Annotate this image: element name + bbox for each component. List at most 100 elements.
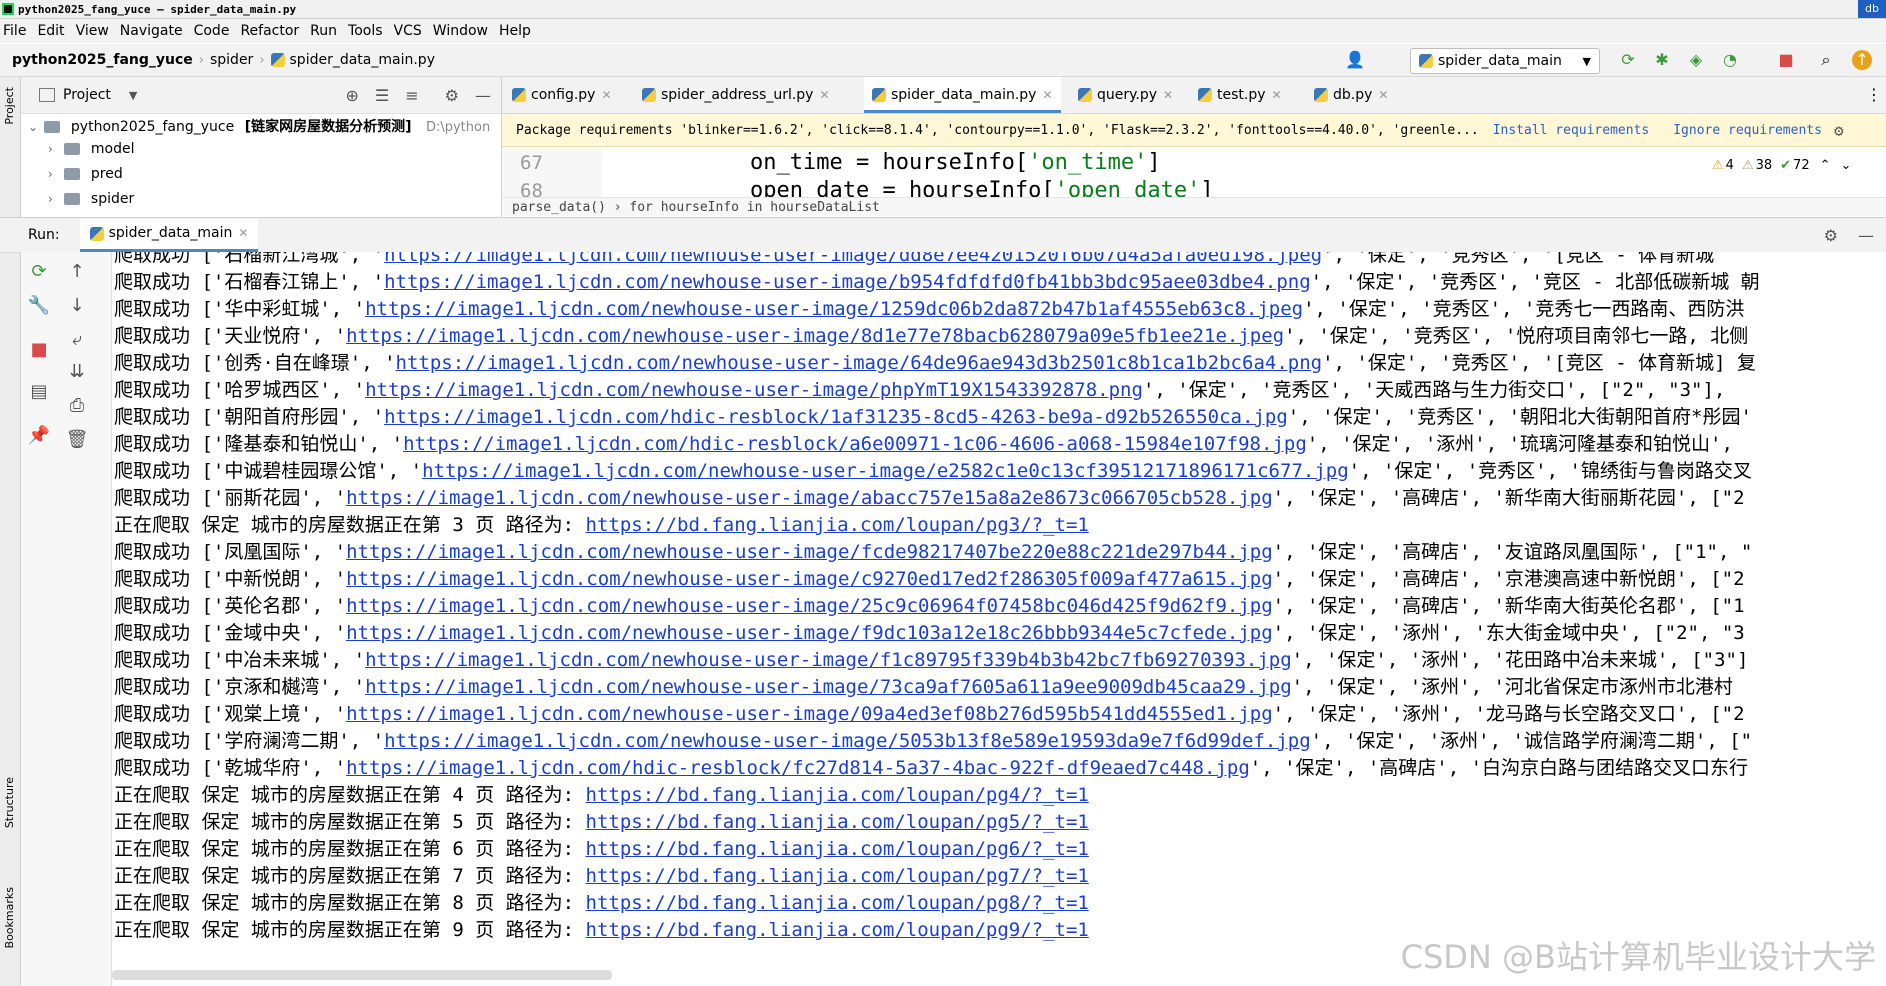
url-link[interactable]: https://image1.ljcdn.com/newhouse-user-i… <box>346 541 1273 563</box>
tree-root[interactable]: ⌄ python2025_fang_yuce [链家网房屋数据分析预测] D:\… <box>28 116 490 136</box>
url-link[interactable]: https://bd.fang.lianjia.com/loupan/pg4/?… <box>586 784 1089 806</box>
profile-icon[interactable]: ◔ <box>1720 50 1740 70</box>
locate-icon[interactable]: ⊕ <box>346 86 359 105</box>
menu-edit[interactable]: Edit <box>37 23 64 39</box>
url-link[interactable]: https://image1.ljcdn.com/newhouse-user-i… <box>365 379 1143 401</box>
stop-icon[interactable]: ■ <box>27 338 51 362</box>
rerun-icon[interactable]: ⟳ <box>1618 50 1638 70</box>
url-link[interactable]: https://bd.fang.lianjia.com/loupan/pg9/?… <box>586 919 1089 941</box>
url-link[interactable]: https://bd.fang.lianjia.com/loupan/pg3/?… <box>586 514 1089 536</box>
tree-item-model[interactable]: › model <box>48 141 135 157</box>
url-link[interactable]: https://image1.ljcdn.com/hdic-resblock/f… <box>346 757 1250 779</box>
project-panel-title[interactable]: Project <box>63 87 111 103</box>
url-link[interactable]: https://image1.ljcdn.com/hdic-resblock/1… <box>384 406 1288 428</box>
expand-all-icon[interactable]: ☰ <box>375 86 389 105</box>
url-link[interactable]: https://image1.ljcdn.com/newhouse-user-i… <box>396 352 1323 374</box>
close-icon[interactable]: ✕ <box>819 88 829 102</box>
chevron-down-icon[interactable]: ⌄ <box>1841 158 1852 173</box>
soft-wrap-icon[interactable]: ⤶ <box>65 328 89 352</box>
search-icon[interactable]: ⌕ <box>1816 50 1836 70</box>
inspection-widget[interactable]: ⚠ 4 ⚠ 38 ✔ 72 ⌃ ⌄ <box>1712 158 1851 173</box>
url-link[interactable]: https://image1.ljcdn.com/newhouse-user-i… <box>346 622 1273 644</box>
menu-tools[interactable]: Tools <box>348 23 383 39</box>
url-link[interactable]: https://image1.ljcdn.com/newhouse-user-i… <box>384 730 1311 752</box>
tree-item-pred[interactable]: › pred <box>48 166 123 182</box>
chevron-up-icon[interactable]: ⌃ <box>1820 158 1831 173</box>
arrow-down-icon[interactable]: ↓ <box>65 294 89 318</box>
url-link[interactable]: https://image1.ljcdn.com/newhouse-user-i… <box>346 568 1273 590</box>
menu-help[interactable]: Help <box>499 23 531 39</box>
code-breadcrumb-text[interactable]: parse_data() › for hourseInfo in hourseD… <box>512 200 880 215</box>
menu-run[interactable]: Run <box>310 23 337 39</box>
close-icon[interactable]: ✕ <box>601 88 611 102</box>
menu-view[interactable]: View <box>76 23 109 39</box>
menu-vcs[interactable]: VCS <box>394 23 422 39</box>
nav-project[interactable]: python2025_fang_yuce <box>12 52 193 68</box>
url-link[interactable]: https://bd.fang.lianjia.com/loupan/pg5/?… <box>586 811 1089 833</box>
url-link[interactable]: https://image1.ljcdn.com/newhouse-user-i… <box>346 703 1273 725</box>
url-link[interactable]: https://bd.fang.lianjia.com/loupan/pg6/?… <box>586 838 1089 860</box>
url-link[interactable]: https://image1.ljcdn.com/hdic-resblock/a… <box>403 433 1307 455</box>
close-icon[interactable]: ✕ <box>1272 88 1282 102</box>
install-requirements-link[interactable]: Install requirements <box>1493 123 1650 138</box>
run-config-selector[interactable]: spider_data_main ▼ <box>1410 48 1600 74</box>
menu-refactor[interactable]: Refactor <box>240 23 299 39</box>
layout-icon[interactable]: ▤ <box>27 380 51 404</box>
tab-db[interactable]: db.py ✕ <box>1314 77 1388 113</box>
pin-icon[interactable]: 📌 <box>27 424 51 448</box>
tree-item-spider[interactable]: › spider <box>48 191 134 207</box>
close-icon[interactable]: ✕ <box>1042 88 1052 102</box>
minimize-icon[interactable]: — <box>475 86 491 105</box>
project-tool-label[interactable]: Project <box>3 87 16 125</box>
update-icon[interactable]: ↑ <box>1852 50 1872 70</box>
debug-icon[interactable]: ✱ <box>1652 50 1672 70</box>
tab-config[interactable]: config.py ✕ <box>512 77 612 113</box>
coverage-icon[interactable]: ◈ <box>1686 50 1706 70</box>
bookmarks-tool-label[interactable]: Bookmarks <box>3 887 16 948</box>
horizontal-scrollbar[interactable] <box>112 970 612 980</box>
url-link[interactable]: https://image1.ljcdn.com/newhouse-user-i… <box>346 325 1284 347</box>
console-output[interactable]: 爬取成功 ['石榴新江湾城', 'https://image1.ljcdn.co… <box>112 252 1886 986</box>
wrench-icon[interactable]: 🔧 <box>27 294 51 318</box>
url-link[interactable]: https://image1.ljcdn.com/newhouse-user-i… <box>422 460 1349 482</box>
run-tab-spider-data-main[interactable]: spider_data_main ✕ <box>79 217 259 252</box>
gear-icon[interactable]: ⚙ <box>1824 226 1838 245</box>
db-badge[interactable]: db <box>1858 0 1886 18</box>
nav-file[interactable]: spider_data_main.py <box>290 52 435 68</box>
menu-navigate[interactable]: Navigate <box>120 23 183 39</box>
ignore-requirements-link[interactable]: Ignore requirements <box>1673 123 1822 138</box>
close-icon[interactable]: ✕ <box>1378 88 1388 102</box>
close-icon[interactable]: ✕ <box>238 217 248 250</box>
minimize-icon[interactable]: — <box>1858 226 1874 245</box>
nav-folder[interactable]: spider <box>210 52 253 68</box>
menu-code[interactable]: Code <box>194 23 230 39</box>
gear-icon[interactable]: ⚙ <box>445 86 459 105</box>
arrow-up-icon[interactable]: ↑ <box>65 260 89 284</box>
url-link[interactable]: https://bd.fang.lianjia.com/loupan/pg8/?… <box>586 892 1089 914</box>
url-link[interactable]: https://image1.ljcdn.com/newhouse-user-i… <box>384 252 1322 266</box>
scroll-to-end-icon[interactable]: ⇊ <box>65 360 89 384</box>
url-link[interactable]: https://image1.ljcdn.com/newhouse-user-i… <box>346 595 1273 617</box>
code-line[interactable]: on_time = hourseInfo['on_time'] <box>750 150 1161 175</box>
structure-tool-label[interactable]: Structure <box>3 777 16 828</box>
more-tabs-icon[interactable]: ⋮ <box>1866 77 1882 113</box>
collapse-all-icon[interactable]: ≡ <box>405 86 418 105</box>
trash-icon[interactable]: 🗑 <box>65 428 89 452</box>
print-icon[interactable]: ⎙ <box>65 394 89 418</box>
url-link[interactable]: https://bd.fang.lianjia.com/loupan/pg7/?… <box>586 865 1089 887</box>
url-link[interactable]: https://image1.ljcdn.com/newhouse-user-i… <box>365 676 1292 698</box>
tab-spider-address-url[interactable]: spider_address_url.py ✕ <box>642 77 830 113</box>
tab-spider-data-main[interactable]: spider_data_main.py ✕ <box>864 77 1061 113</box>
user-icon[interactable]: 👤 <box>1345 50 1365 70</box>
gear-icon[interactable]: ⚙ <box>1834 121 1844 140</box>
chevron-down-icon[interactable]: ▼ <box>129 89 137 102</box>
url-link[interactable]: https://image1.ljcdn.com/newhouse-user-i… <box>384 271 1311 293</box>
menu-file[interactable]: File <box>3 23 26 39</box>
tab-query[interactable]: query.py ✕ <box>1078 77 1173 113</box>
tab-test[interactable]: test.py ✕ <box>1198 77 1282 113</box>
close-icon[interactable]: ✕ <box>1163 88 1173 102</box>
menu-window[interactable]: Window <box>433 23 488 39</box>
url-link[interactable]: https://image1.ljcdn.com/newhouse-user-i… <box>365 649 1292 671</box>
url-link[interactable]: https://image1.ljcdn.com/newhouse-user-i… <box>346 487 1273 509</box>
stop-icon[interactable]: ■ <box>1776 50 1796 70</box>
